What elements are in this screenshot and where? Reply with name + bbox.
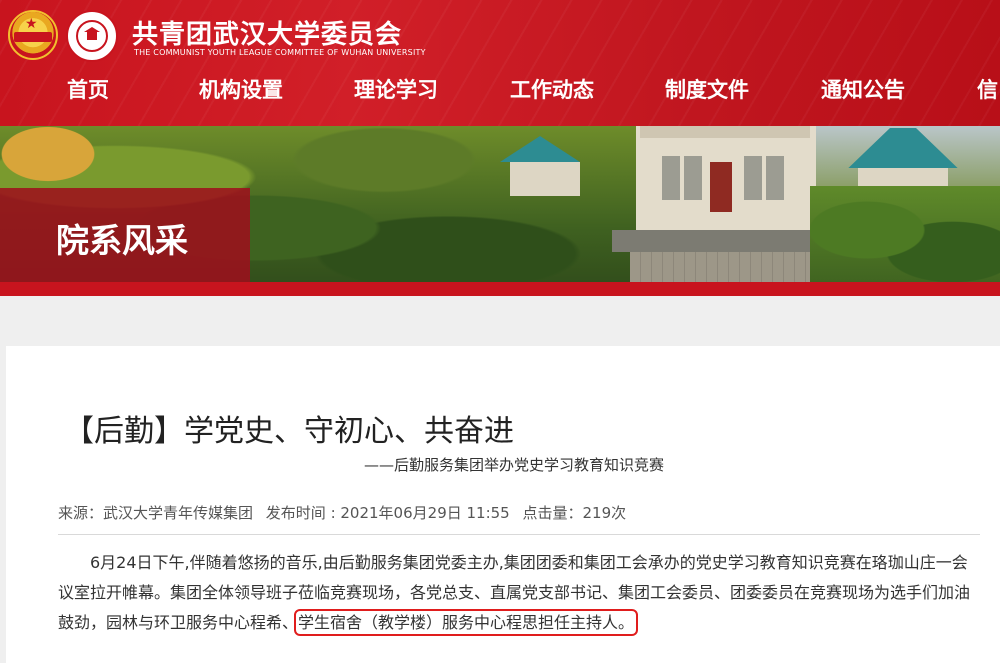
article-subtitle: ——后勤服务集团举办党史学习教育知识竞赛 [364,456,665,474]
university-seal-icon[interactable] [66,10,118,62]
banner-bottom-bar [0,282,1000,296]
article-title: 【后勤】学党史、守初心、共奋进 [64,414,514,449]
divider [58,534,980,535]
youth-league-emblem-icon[interactable]: ★ [8,10,58,60]
site-header: ★ 共青团武汉大学委员会 THE COMMUNIST YOUTH LEAGUE … [0,0,1000,126]
autumn-tree [0,126,120,196]
seal-building-icon [84,27,100,40]
main-nav: 首页 机构设置 理论学习 工作动态 制度文件 通知公告 信 [0,70,1000,108]
article-source: 来源：武汉大学青年传媒集团 [58,504,254,522]
seal-ring [76,20,108,52]
building-window [662,156,680,200]
body-text: 鼓劲，园林与环卫服务中心程希、 [58,613,299,632]
nav-item-home[interactable]: 首页 [67,74,109,104]
article-meta: 来源：武汉大学青年传媒集团 发布时间 : 2021年06月29日 11:55 点… [58,502,634,523]
section-title: 院系风采 [56,221,188,260]
body-line: 议室拉开帷幕。集团全体领导班子莅临竞赛现场，各党总支、直属党支部书记、集团工会委… [58,583,971,602]
main-building-roof [640,126,810,138]
article-publish-time: 发布时间 : 2021年06月29日 11:55 [265,504,510,522]
body-line: 鼓劲，园林与环卫服务中心程希、学生宿舍（教学楼）服务中心程思担任主持人。 [58,608,986,638]
nav-item-rules[interactable]: 制度文件 [665,74,749,104]
right-pavilion-roof [848,128,958,168]
nav-item-truncated[interactable]: 信 [977,74,998,104]
star-icon: ★ [25,16,38,32]
article-card: 【后勤】学党史、守初心、共奋进 ——后勤服务集团举办党史学习教育知识竞赛 来源：… [6,346,1000,663]
body-line: 6月24日下午,伴随着悠扬的音乐,由后勤服务集团党委主办,集团团委和集团工会承办… [90,553,968,572]
building-window [766,156,784,200]
nav-item-news[interactable]: 工作动态 [510,74,594,104]
campus-banner-image: 院系风采 [0,126,1000,296]
article-body: 6月24日下午,伴随着悠扬的音乐,由后勤服务集团党委主办,集团团委和集团工会承办… [58,548,986,638]
site-subtitle: THE COMMUNIST YOUTH LEAGUE COMMITTEE OF … [134,48,426,57]
article-view-count: 点击量：219次 [522,504,627,522]
section-title-box: 院系风采 [0,188,250,282]
highlighted-host-text: 学生宿舍（教学楼）服务中心程思担任主持人。 [294,609,639,636]
site-title[interactable]: 共青团武汉大学委员会 [132,14,402,51]
left-pavilion-body [510,162,580,196]
building-door [710,162,732,212]
building-window [684,156,702,200]
emblem-banner-icon [14,32,52,42]
nav-item-organization[interactable]: 机构设置 [199,74,283,104]
building-window [744,156,762,200]
nav-item-notices[interactable]: 通知公告 [821,74,905,104]
nav-item-theory[interactable]: 理论学习 [354,74,438,104]
right-trees [810,186,1000,296]
